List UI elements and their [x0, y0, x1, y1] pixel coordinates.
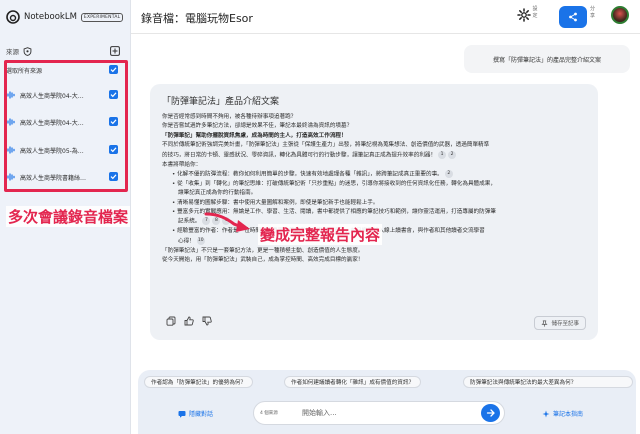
response-actions — [166, 316, 212, 326]
notebook-guide-label: 筆記本指南 — [553, 411, 584, 418]
thumbs-up-icon[interactable] — [184, 316, 194, 326]
share-label: 分 享 — [590, 6, 596, 19]
response-line: 不同於傳統筆記術強調完美計畫，「防彈筆記法」主張從「保護生產力」出發，將筆記視為… — [162, 141, 586, 150]
response-line-text: 本書將帶給你： — [162, 161, 202, 168]
hide-chat-button[interactable]: 隱藏對話 — [178, 409, 213, 418]
response-line: • 化解不優的防彈流程：教你如何利用簡單的步驟，快速有效地處理各種「雜訊」，將跨… — [162, 169, 586, 180]
chat-panel: 作者認為「防彈筆記法」的優勢為何？ 作者如何建議讀者轉化「雜訊」成有價值的資訊？… — [138, 370, 636, 434]
notebook-guide-button[interactable]: 筆記本指南 — [542, 409, 583, 418]
response-line: • 從「收集」到「轉化」的筆記思維：打破傳統筆記術「只抄重點」的迷思，引導你將接… — [162, 180, 586, 189]
response-line-text: 記系統。 — [178, 218, 201, 225]
settings-label: 設 定 — [532, 6, 538, 19]
notebooklm-logo-icon — [6, 10, 20, 24]
arrow-right-icon — [486, 409, 495, 417]
response-line-text: 的技巧，將日常的卡頓、靈感狀況、零碎資訊，轉化為具體可行的行動步驟，讓筆記真正成… — [162, 152, 437, 159]
pin-icon — [541, 320, 549, 327]
response-line-text: • 清晰易懂的圖解步驟：書中使用大量圖解和案例，即使是筆記新手也能輕鬆上手。 — [172, 199, 379, 206]
save-to-note-button[interactable]: 儲存至記事 — [534, 316, 586, 330]
response-line: 讓筆記真正成為你的行動指南。 — [162, 189, 586, 198]
experimental-badge: EXPERIMENTAL — [80, 12, 124, 22]
page-title[interactable]: 錄音檔：電腦玩物Esor — [141, 10, 253, 26]
suggested-question-chip[interactable]: 作者認為「防彈筆記法」的優勢為何？ — [144, 376, 254, 388]
annotation-left: 多次會議錄音檔案 — [6, 206, 131, 227]
sparkle-icon — [542, 410, 550, 417]
response-line-text: • 化解不優的防彈流程：教你如何利用簡單的步驟，快速有效地處理各種「雜訊」，將跨… — [172, 171, 443, 178]
add-source-icon[interactable] — [110, 46, 120, 56]
sources-label: 來源 — [6, 48, 19, 56]
share-button[interactable] — [559, 6, 587, 28]
response-line: 的技巧，將日常的卡頓、靈感狀況、零碎資訊，轉化為具體可行的行動步驟，讓筆記真正成… — [162, 150, 586, 161]
suggested-question-chip[interactable]: 防彈筆記法與傳統筆記法的最大差異為何？ — [463, 376, 633, 388]
send-button[interactable] — [481, 404, 500, 422]
response-line: 從今天開始，用「防彈筆記法」武裝自己，成為掌控時間、高效完成目標的贏家！ — [162, 256, 586, 265]
app-name: NotebookLM — [24, 12, 77, 22]
response-line-text: 不同於傳統筆記術強調完美計畫，「防彈筆記法」主張從「保護生產力」出發，將筆記視為… — [162, 142, 490, 149]
response-line-text: • 從「收集」到「轉化」的筆記思維：打破傳統筆記術「只抄重點」的迷思，引導你將接… — [172, 180, 496, 187]
suggested-question-chip[interactable]: 作者如何建議讀者轉化「雜訊」成有價值的資訊？ — [284, 376, 422, 388]
annotation-right: 變成完整報告內容 — [258, 224, 383, 245]
response-line-text: 「防彈筆記法」不只是一套筆記方法，更是一種積極主動、創造價值的人生態度。 — [162, 247, 364, 254]
citation-badge[interactable]: 2 — [448, 150, 457, 159]
response-line-text: 心得！ — [178, 238, 195, 245]
hide-chat-label: 隱藏對話 — [189, 411, 214, 418]
save-to-note-label: 儲存至記事 — [551, 321, 579, 327]
citation-badge[interactable]: 10 — [196, 236, 205, 245]
copy-icon[interactable] — [166, 316, 176, 326]
share-icon — [569, 12, 577, 22]
response-title: 「防彈筆記法」產品介紹文案 — [162, 97, 280, 107]
shield-icon[interactable] — [23, 46, 32, 56]
response-line-text: 你是否經常感到時間不夠用，被各種待辦事項追著跑？ — [162, 114, 297, 120]
response-line: 「防彈筆記」幫助你擺脫資訊焦慮，成為時間的主人，打造高效工作流程！ — [162, 132, 586, 141]
chat-icon — [178, 410, 186, 418]
response-line: 本書將帶給你： — [162, 161, 586, 170]
response-line: 你是否經常感到時間不夠用，被各種待辦事項追著跑？ — [162, 113, 586, 122]
response-line: 「防彈筆記法」不只是一套筆記方法，更是一種積極主動、創造價值的人生態度。 — [162, 247, 586, 256]
citation-badge[interactable]: 1 — [438, 150, 447, 159]
response-line-text: 你是否嘗試過許多筆記方法，卻總是效果不佳，筆記本最終淪為資訊的墳墓？ — [162, 123, 353, 130]
response-line-text: 讓筆記真正成為你的行動指南。 — [178, 190, 257, 197]
source-count: 4 個來源 — [260, 411, 278, 416]
chat-input-box: 4 個來源 — [253, 401, 505, 425]
header: 錄音檔：電腦玩物Esor 設 定 分 享 — [131, 0, 640, 34]
response-line: 你是否嘗試過許多筆記方法，卻總是效果不佳，筆記本最終淪為資訊的墳墓？ — [162, 122, 586, 131]
thumbs-down-icon[interactable] — [202, 316, 212, 326]
sources-highlight-box — [4, 60, 128, 192]
response-line-text: 從今天開始，用「防彈筆記法」武裝自己，成為掌控時間、高效完成目標的贏家！ — [162, 257, 364, 264]
sources-header: 來源 — [6, 44, 124, 58]
response-line-text: 「防彈筆記」幫助你擺脫資訊焦慮，成為時間的主人，打造高效工作流程！ — [162, 132, 347, 139]
chat-input[interactable] — [302, 405, 452, 421]
arrow-icon — [204, 212, 250, 232]
user-prompt-bubble: 撰寫「防彈筆記法」的產品完整介紹文案 — [464, 45, 630, 73]
gear-icon[interactable] — [517, 8, 531, 22]
avatar[interactable] — [611, 6, 629, 24]
response-line: • 清晰易懂的圖解步驟：書中使用大量圖解和案例，即使是筆記新手也能輕鬆上手。 — [162, 199, 586, 208]
citation-badge[interactable]: 2 — [444, 169, 453, 178]
brand[interactable]: NotebookLM EXPERIMENTAL — [6, 10, 124, 24]
